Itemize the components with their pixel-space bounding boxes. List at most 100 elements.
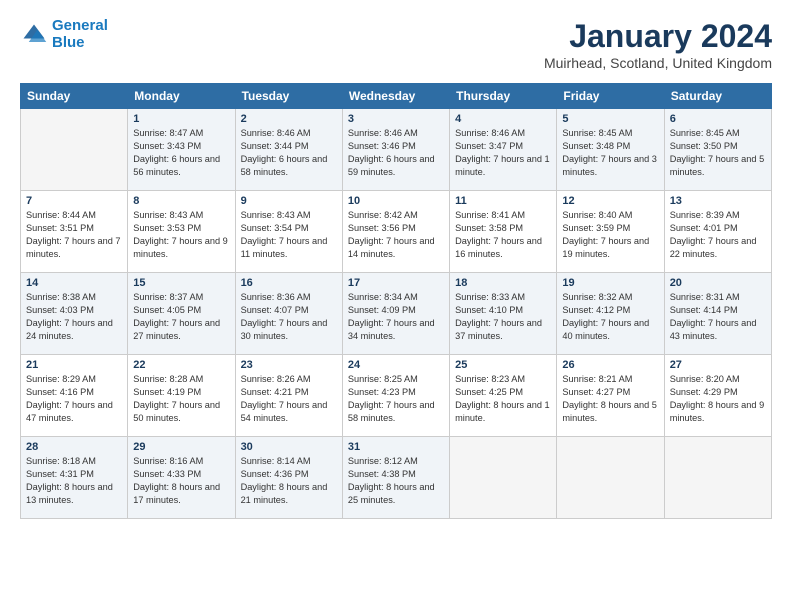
cell-info: Sunrise: 8:34 AMSunset: 4:09 PMDaylight:… [348,291,444,343]
cell-info: Sunrise: 8:21 AMSunset: 4:27 PMDaylight:… [562,373,658,425]
weekday-header-thursday: Thursday [450,84,557,109]
header: General Blue January 2024 Muirhead, Scot… [20,18,772,71]
day-number: 16 [241,277,337,289]
calendar-header-row: SundayMondayTuesdayWednesdayThursdayFrid… [21,84,772,109]
cell-info: Sunrise: 8:14 AMSunset: 4:36 PMDaylight:… [241,455,337,507]
calendar-cell: 16 Sunrise: 8:36 AMSunset: 4:07 PMDayligh… [235,273,342,355]
calendar-cell [664,437,771,519]
calendar-cell: 28 Sunrise: 8:18 AMSunset: 4:31 PMDayligh… [21,437,128,519]
logo-blue: Blue [52,34,85,51]
weekday-header-sunday: Sunday [21,84,128,109]
weekday-header-saturday: Saturday [664,84,771,109]
cell-info: Sunrise: 8:43 AMSunset: 3:53 PMDaylight:… [133,209,229,261]
day-number: 19 [562,277,658,289]
cell-info: Sunrise: 8:16 AMSunset: 4:33 PMDaylight:… [133,455,229,507]
weekday-header-tuesday: Tuesday [235,84,342,109]
day-number: 23 [241,359,337,371]
cell-info: Sunrise: 8:45 AMSunset: 3:48 PMDaylight:… [562,127,658,179]
day-number: 15 [133,277,229,289]
cell-info: Sunrise: 8:18 AMSunset: 4:31 PMDaylight:… [26,455,122,507]
page: General Blue January 2024 Muirhead, Scot… [0,0,792,529]
cell-info: Sunrise: 8:28 AMSunset: 4:19 PMDaylight:… [133,373,229,425]
day-number: 17 [348,277,444,289]
calendar-cell: 12 Sunrise: 8:40 AMSunset: 3:59 PMDayligh… [557,191,664,273]
calendar-cell: 18 Sunrise: 8:33 AMSunset: 4:10 PMDayligh… [450,273,557,355]
day-number: 24 [348,359,444,371]
day-number: 26 [562,359,658,371]
calendar-week-2: 14 Sunrise: 8:38 AMSunset: 4:03 PMDayligh… [21,273,772,355]
cell-info: Sunrise: 8:46 AMSunset: 3:46 PMDaylight:… [348,127,444,179]
calendar-week-4: 28 Sunrise: 8:18 AMSunset: 4:31 PMDayligh… [21,437,772,519]
cell-info: Sunrise: 8:12 AMSunset: 4:38 PMDaylight:… [348,455,444,507]
day-number: 31 [348,441,444,453]
calendar-cell: 26 Sunrise: 8:21 AMSunset: 4:27 PMDayligh… [557,355,664,437]
day-number: 20 [670,277,766,289]
cell-info: Sunrise: 8:47 AMSunset: 3:43 PMDaylight:… [133,127,229,179]
calendar-cell: 25Sunrise: 8:23 AMSunset: 4:25 PMDayligh… [450,355,557,437]
cell-info: Sunrise: 8:26 AMSunset: 4:21 PMDaylight:… [241,373,337,425]
day-number: 18 [455,277,551,289]
calendar-cell: 7 Sunrise: 8:44 AMSunset: 3:51 PMDaylight… [21,191,128,273]
day-number: 11 [455,195,551,207]
calendar-cell: 6 Sunrise: 8:45 AMSunset: 3:50 PMDaylight… [664,109,771,191]
cell-info: Sunrise: 8:32 AMSunset: 4:12 PMDaylight:… [562,291,658,343]
day-number: 1 [133,113,229,125]
weekday-header-monday: Monday [128,84,235,109]
cell-info: Sunrise: 8:39 AMSunset: 4:01 PMDaylight:… [670,209,766,261]
calendar-week-0: 1 Sunrise: 8:47 AMSunset: 3:43 PMDaylight… [21,109,772,191]
calendar-cell [21,109,128,191]
day-number: 29 [133,441,229,453]
calendar-cell: 15Sunrise: 8:37 AMSunset: 4:05 PMDayligh… [128,273,235,355]
location: Muirhead, Scotland, United Kingdom [544,55,772,71]
cell-info: Sunrise: 8:33 AMSunset: 4:10 PMDaylight:… [455,291,551,343]
cell-info: Sunrise: 8:46 AMSunset: 3:47 PMDaylight:… [455,127,551,179]
day-number: 7 [26,195,122,207]
cell-info: Sunrise: 8:29 AMSunset: 4:16 PMDaylight:… [26,373,122,425]
day-number: 13 [670,195,766,207]
cell-info: Sunrise: 8:46 AMSunset: 3:44 PMDaylight:… [241,127,337,179]
cell-info: Sunrise: 8:44 AMSunset: 3:51 PMDaylight:… [26,209,122,261]
calendar-cell: 5Sunrise: 8:45 AMSunset: 3:48 PMDaylight… [557,109,664,191]
month-title: January 2024 [544,18,772,55]
calendar-cell: 13 Sunrise: 8:39 AMSunset: 4:01 PMDayligh… [664,191,771,273]
cell-info: Sunrise: 8:31 AMSunset: 4:14 PMDaylight:… [670,291,766,343]
calendar-table: SundayMondayTuesdayWednesdayThursdayFrid… [20,83,772,519]
day-number: 9 [241,195,337,207]
logo-text: General Blue [52,18,108,51]
weekday-header-friday: Friday [557,84,664,109]
calendar-week-3: 21 Sunrise: 8:29 AMSunset: 4:16 PMDayligh… [21,355,772,437]
calendar-cell: 21 Sunrise: 8:29 AMSunset: 4:16 PMDayligh… [21,355,128,437]
calendar-cell: 9 Sunrise: 8:43 AMSunset: 3:54 PMDaylight… [235,191,342,273]
calendar-cell: 20 Sunrise: 8:31 AMSunset: 4:14 PMDayligh… [664,273,771,355]
cell-info: Sunrise: 8:43 AMSunset: 3:54 PMDaylight:… [241,209,337,261]
day-number: 6 [670,113,766,125]
day-number: 8 [133,195,229,207]
logo-general: General [52,17,108,34]
weekday-header-wednesday: Wednesday [342,84,449,109]
cell-info: Sunrise: 8:36 AMSunset: 4:07 PMDaylight:… [241,291,337,343]
day-number: 2 [241,113,337,125]
cell-info: Sunrise: 8:25 AMSunset: 4:23 PMDaylight:… [348,373,444,425]
calendar-cell: 22 Sunrise: 8:28 AMSunset: 4:19 PMDayligh… [128,355,235,437]
calendar-cell [557,437,664,519]
calendar-cell: 3 Sunrise: 8:46 AMSunset: 3:46 PMDaylight… [342,109,449,191]
cell-info: Sunrise: 8:20 AMSunset: 4:29 PMDaylight:… [670,373,766,425]
calendar-cell: 29 Sunrise: 8:16 AMSunset: 4:33 PMDayligh… [128,437,235,519]
day-number: 12 [562,195,658,207]
day-number: 22 [133,359,229,371]
logo-icon [20,21,48,49]
day-number: 28 [26,441,122,453]
cell-info: Sunrise: 8:45 AMSunset: 3:50 PMDaylight:… [670,127,766,179]
calendar-cell: 24 Sunrise: 8:25 AMSunset: 4:23 PMDayligh… [342,355,449,437]
calendar-cell: 31 Sunrise: 8:12 AMSunset: 4:38 PMDayligh… [342,437,449,519]
cell-info: Sunrise: 8:38 AMSunset: 4:03 PMDaylight:… [26,291,122,343]
calendar-cell: 8 Sunrise: 8:43 AMSunset: 3:53 PMDaylight… [128,191,235,273]
day-number: 10 [348,195,444,207]
day-number: 21 [26,359,122,371]
title-block: January 2024 Muirhead, Scotland, United … [544,18,772,71]
day-number: 3 [348,113,444,125]
day-number: 4 [455,113,551,125]
calendar-cell: 19 Sunrise: 8:32 AMSunset: 4:12 PMDayligh… [557,273,664,355]
cell-info: Sunrise: 8:40 AMSunset: 3:59 PMDaylight:… [562,209,658,261]
day-number: 14 [26,277,122,289]
